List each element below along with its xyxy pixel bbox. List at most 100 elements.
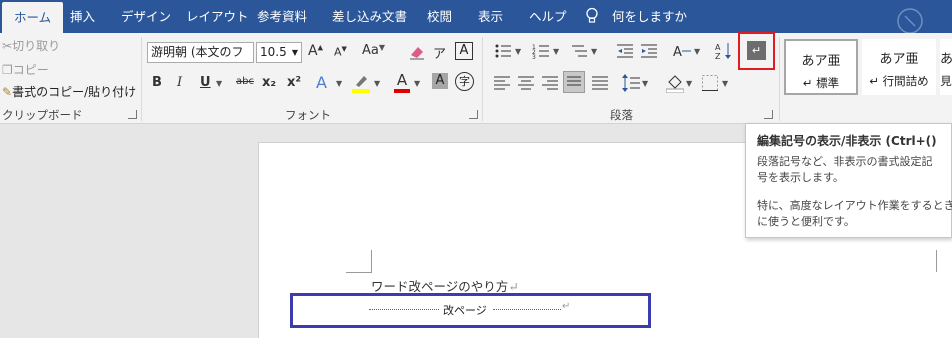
underline-button[interactable]: U	[200, 75, 211, 90]
align-center-icon[interactable]	[518, 76, 534, 90]
character-width-icon[interactable]: A	[672, 43, 692, 59]
line-spacing-icon[interactable]	[622, 74, 640, 92]
margin-corner-mark	[936, 250, 952, 272]
page-break-line	[369, 309, 439, 310]
distributed-icon[interactable]	[592, 76, 608, 90]
font-group-label: フォント	[285, 108, 331, 122]
change-case-button[interactable]: Aa ▼	[362, 43, 385, 58]
show-hide-marks-button[interactable]: ↵	[747, 41, 766, 60]
ribbon: ✂切り取り ❐コピー ✎書式のコピー/貼り付け クリップボード 游明朝 (本文の…	[0, 32, 952, 124]
cut-button[interactable]: ✂切り取り	[2, 37, 60, 54]
increase-indent-icon[interactable]	[640, 43, 658, 59]
tab-mailings[interactable]: 差し込み文書	[332, 0, 407, 33]
tooltip-text: に使うと便利です。	[757, 215, 855, 228]
clipboard-dialog-launcher[interactable]	[128, 110, 137, 119]
grow-font-button[interactable]: A▲	[308, 43, 323, 59]
text-effects-button[interactable]: A	[316, 73, 327, 92]
style-normal[interactable]: あア亜 ↵ 標準	[784, 39, 858, 95]
highlight-swatch	[352, 89, 370, 93]
enclose-characters-button[interactable]: 字	[455, 72, 474, 91]
tab-home[interactable]: ホーム	[2, 2, 64, 33]
chevron-down-icon[interactable]: ▼	[591, 47, 597, 56]
borders-icon[interactable]	[702, 75, 718, 91]
style-no-spacing[interactable]: あア亜 ↵ 行間詰め	[862, 39, 936, 95]
copy-button[interactable]: ❐コピー	[2, 61, 49, 78]
chevron-down-icon[interactable]: ▼	[216, 79, 222, 88]
scissors-icon: ✂	[2, 39, 13, 53]
character-border-button[interactable]: A	[455, 42, 473, 60]
decrease-indent-icon[interactable]	[616, 43, 634, 59]
tooltip: 編集記号の表示/非表示 (Ctrl+() 段落記号など、非表示の書式設定記 号を…	[745, 123, 952, 238]
svg-text:ア: ア	[433, 47, 446, 62]
tab-insert[interactable]: 挿入	[70, 0, 95, 33]
tab-view[interactable]: 表示	[478, 0, 503, 33]
shrink-font-button[interactable]: A▼	[334, 45, 347, 59]
justify-button[interactable]	[563, 71, 585, 93]
tab-review[interactable]: 校閲	[427, 0, 452, 33]
tab-layout[interactable]: レイアウト	[186, 0, 249, 33]
svg-text:Z: Z	[715, 52, 721, 61]
tooltip-text: 特に、高度なレイアウト作業をするとき	[757, 199, 952, 212]
align-left-icon[interactable]	[494, 76, 510, 90]
paragraph-mark: ↵	[562, 301, 571, 312]
paintbrush-icon: ✎	[2, 85, 13, 99]
bold-button[interactable]: B	[152, 75, 162, 90]
paragraph-dialog-launcher[interactable]	[764, 110, 773, 119]
subscript-button[interactable]: x₂	[262, 75, 276, 90]
svg-text:3: 3	[532, 54, 536, 59]
annotation-page-break-box: 改ページ ↵	[290, 293, 651, 328]
group-divider	[141, 37, 142, 121]
svg-text:A: A	[715, 43, 721, 52]
character-shading-button[interactable]: A	[432, 73, 448, 89]
superscript-button[interactable]: x²	[287, 75, 301, 90]
phonetic-guide-icon[interactable]: ア	[430, 42, 448, 62]
annotation-highlight-box: ↵	[738, 32, 775, 70]
chevron-down-icon[interactable]: ▼	[553, 47, 559, 56]
bullets-icon[interactable]	[494, 43, 512, 59]
paragraph-group-label: 段落	[610, 108, 633, 122]
tooltip-text: 号を表示します。	[757, 171, 844, 184]
chevron-down-icon[interactable]: ▼	[336, 79, 342, 88]
font-color-button[interactable]: A	[394, 71, 410, 95]
tooltip-text: 段落記号など、非表示の書式設定記	[757, 155, 933, 168]
page-break-line	[493, 309, 561, 310]
multilevel-list-icon[interactable]	[570, 43, 588, 59]
page-break-label: 改ページ	[443, 304, 487, 317]
font-color-swatch	[394, 89, 410, 93]
highlight-color-button[interactable]	[352, 73, 370, 95]
font-name-combo[interactable]: 游明朝 (本文のフォ	[147, 42, 254, 63]
numbering-icon[interactable]: 1 2 3	[532, 43, 550, 59]
highlighter-icon	[356, 76, 367, 87]
lightbulb-icon	[586, 7, 598, 23]
account-icon[interactable]	[895, 6, 925, 33]
tooltip-title: 編集記号の表示/非表示 (Ctrl+()	[757, 134, 937, 148]
style-heading-1[interactable]: あ 見	[940, 39, 952, 95]
chevron-down-icon[interactable]: ▼	[642, 79, 648, 88]
chevron-down-icon[interactable]: ▼	[686, 79, 692, 88]
chevron-down-icon[interactable]: ▼	[515, 47, 521, 56]
chevron-down-icon[interactable]: ▼	[694, 47, 700, 56]
strikethrough-button[interactable]: abc	[236, 76, 254, 87]
tab-design[interactable]: デザイン	[121, 0, 171, 33]
align-right-icon[interactable]	[542, 76, 558, 90]
font-size-combo[interactable]: 10.5 ▼	[256, 42, 302, 63]
clear-formatting-icon[interactable]	[408, 43, 426, 61]
sort-icon[interactable]: AZ	[714, 41, 734, 61]
chevron-down-icon[interactable]: ▼	[722, 79, 728, 88]
group-divider	[482, 37, 483, 121]
group-divider	[779, 37, 780, 121]
chevron-down-icon[interactable]: ▼	[374, 79, 380, 88]
italic-button[interactable]: I	[177, 75, 182, 90]
svg-text:A: A	[673, 45, 682, 59]
tell-me-search[interactable]: 何をしますか	[612, 0, 687, 33]
tab-help[interactable]: ヘルプ	[529, 0, 567, 33]
chevron-down-icon: ▼	[291, 48, 298, 57]
margin-corner-mark	[346, 250, 372, 273]
tab-references[interactable]: 参考資料	[257, 0, 307, 33]
chevron-down-icon[interactable]: ▼	[414, 79, 420, 88]
format-painter-button[interactable]: ✎書式のコピー/貼り付け	[2, 83, 136, 100]
justify-icon	[567, 76, 581, 86]
shading-icon[interactable]	[666, 73, 684, 93]
ribbon-tab-bar: ホーム 挿入 デザイン レイアウト 参考資料 差し込み文書 校閲 表示 ヘルプ …	[0, 0, 952, 33]
font-dialog-launcher[interactable]	[469, 110, 478, 119]
